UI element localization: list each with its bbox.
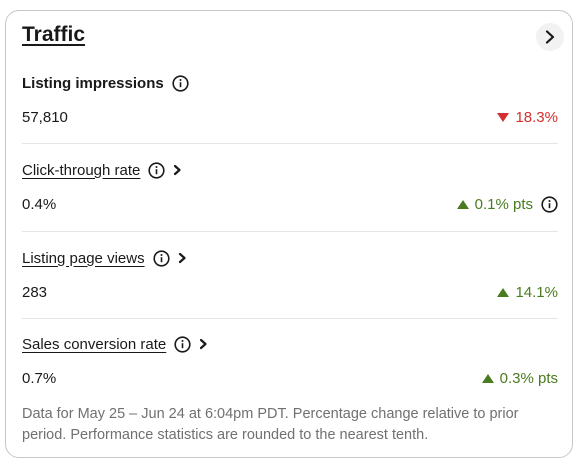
metric-label[interactable]: Click-through rate	[22, 162, 140, 179]
metric-value: 0.4%	[22, 196, 57, 213]
info-circle-icon[interactable]	[541, 196, 558, 213]
metric-change: 0.3% pts	[481, 370, 558, 387]
metric-click-through-rate: Click-through rate 0.4% 0.1% pts	[22, 160, 558, 220]
metric-change-value: 0.1% pts	[474, 196, 533, 213]
metric-listing-impressions: Listing impressions 57,810 18.3%	[22, 73, 558, 133]
metric-label[interactable]: Listing page views	[22, 250, 145, 267]
metric-change: 14.1%	[497, 284, 558, 301]
chevron-right-icon[interactable]	[171, 163, 183, 177]
expand-button[interactable]	[536, 23, 564, 51]
metric-label[interactable]: Sales conversion rate	[22, 336, 166, 353]
metric-change-value: 0.3% pts	[499, 370, 558, 387]
card-title[interactable]: Traffic	[22, 23, 85, 47]
info-circle-icon[interactable]	[172, 74, 189, 92]
chevron-right-icon	[545, 30, 555, 44]
triangle-up-icon	[481, 374, 494, 383]
metric-sales-conversion-rate: Sales conversion rate 0.7% 0.3% pts	[22, 334, 558, 394]
metric-change-value: 18.3%	[515, 109, 558, 126]
info-circle-icon[interactable]	[174, 335, 191, 353]
chevron-right-icon[interactable]	[197, 337, 209, 351]
traffic-card: Traffic Listing impressions 57,810 18.3%…	[5, 10, 573, 458]
metric-value: 283	[22, 284, 48, 301]
data-footnote: Data for May 25 – Jun 24 at 6:04pm PDT. …	[22, 406, 519, 443]
metric-label: Listing impressions	[22, 74, 164, 92]
info-circle-icon[interactable]	[148, 161, 165, 179]
metric-value: 0.7%	[22, 370, 57, 387]
metric-change-value: 14.1%	[515, 284, 558, 301]
metric-change: 0.1% pts	[456, 196, 558, 213]
triangle-down-icon	[497, 113, 510, 122]
metric-value: 57,810	[22, 109, 68, 126]
triangle-up-icon	[497, 288, 510, 297]
chevron-right-icon[interactable]	[176, 251, 188, 265]
metric-change: 18.3%	[497, 109, 558, 126]
divider	[22, 143, 558, 144]
triangle-up-icon	[456, 200, 469, 209]
metric-listing-page-views: Listing page views 283 14.1%	[22, 248, 558, 308]
card-header: Traffic	[22, 23, 564, 53]
info-circle-icon[interactable]	[152, 249, 170, 267]
divider	[22, 318, 558, 319]
divider	[22, 231, 558, 232]
